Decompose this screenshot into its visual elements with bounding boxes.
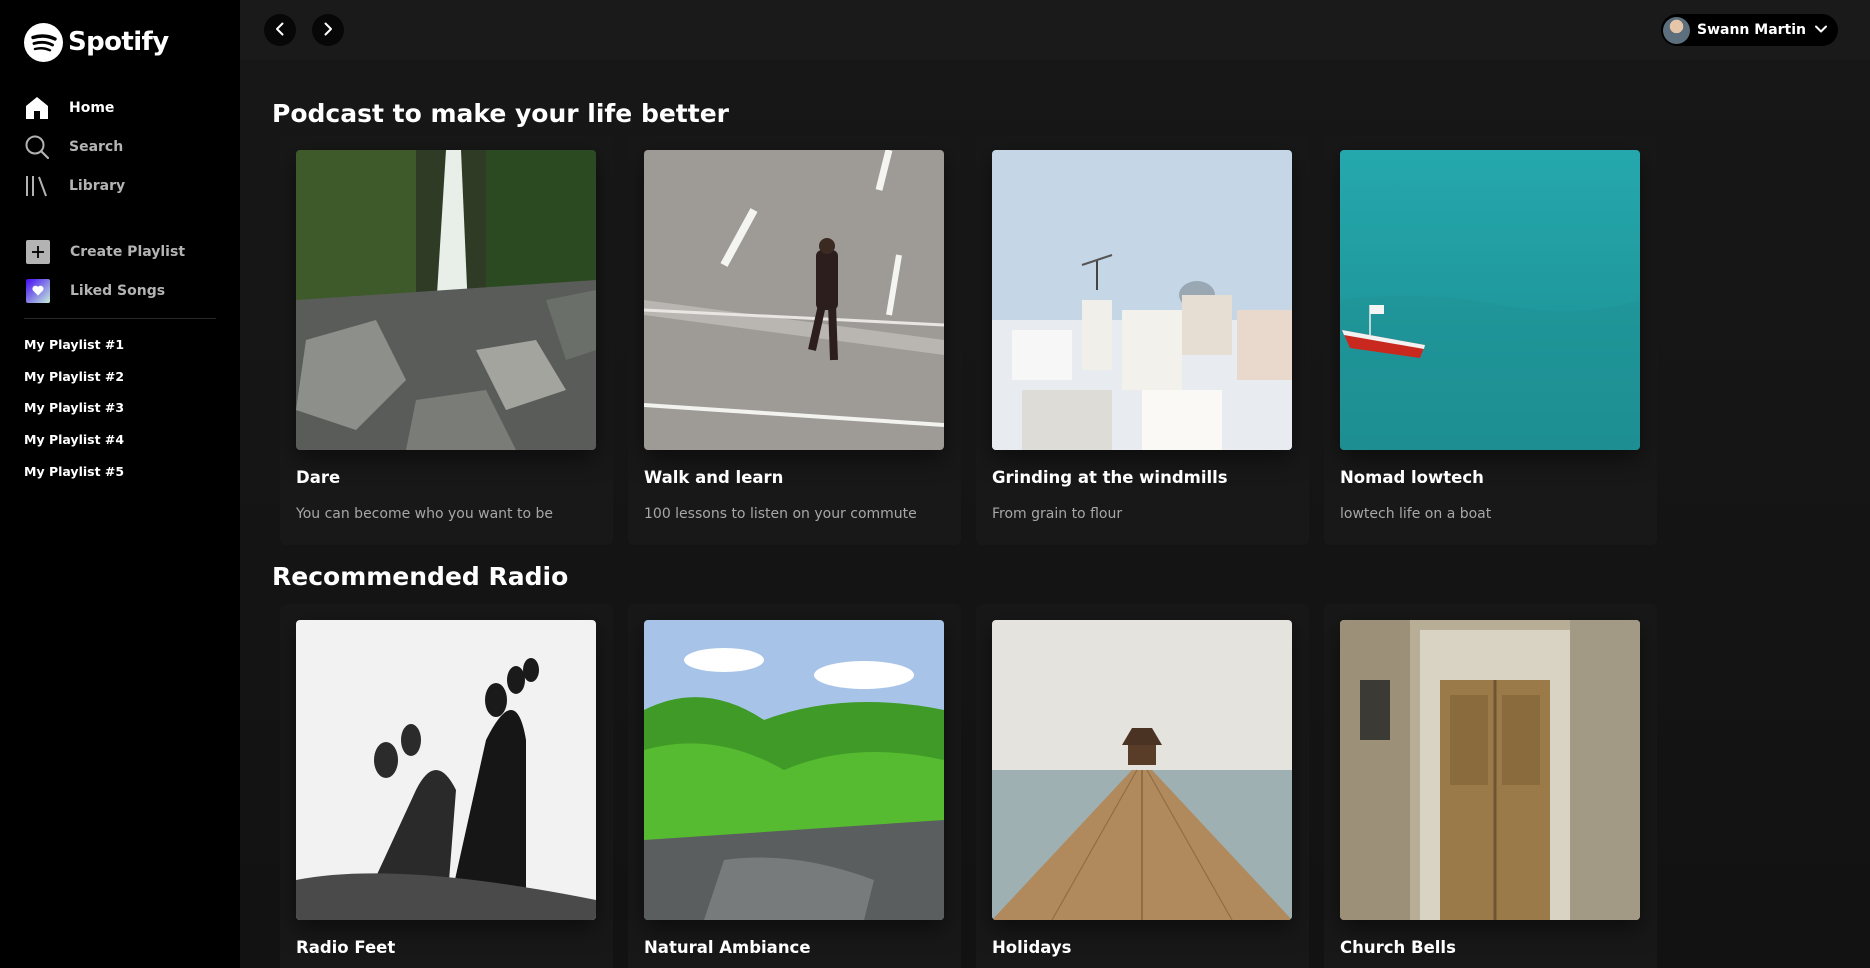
podcast-card[interactable]: Dare You can become who you want to be [280, 134, 613, 545]
liked-songs-label: Liked Songs [70, 282, 166, 299]
card-row-radio: Radio Feet Natural Ambiance Holidays Chu… [272, 604, 1838, 968]
spotify-logo-icon [24, 22, 63, 62]
library-icon [24, 171, 53, 200]
card-title: Nomad lowtech [1340, 468, 1484, 487]
podcast-card[interactable]: Nomad lowtech lowtech life on a boat [1324, 134, 1657, 545]
radio-card[interactable]: Radio Feet [280, 604, 613, 968]
card-image-door [1340, 620, 1640, 920]
main-nav: Home Search Library [24, 88, 216, 205]
playlist-item[interactable]: My Playlist #5 [24, 455, 216, 487]
forward-button[interactable] [312, 14, 344, 46]
playlist-actions: Create Playlist Liked Songs [24, 232, 216, 310]
card-title: Church Bells [1340, 938, 1456, 957]
card-image-feet [296, 620, 596, 920]
card-title: Radio Feet [296, 938, 396, 957]
section-title: Recommended Radio [272, 562, 569, 591]
card-title: Grinding at the windmills [992, 468, 1228, 487]
card-image-boat [1340, 150, 1640, 450]
nav-item-label: Home [69, 99, 115, 116]
avatar [1662, 16, 1690, 44]
liked-songs-button[interactable]: Liked Songs [24, 271, 216, 310]
sidebar: Spotify Home Search Library Create Playl… [0, 0, 240, 968]
card-image-pier [992, 620, 1292, 920]
card-subtitle: lowtech life on a boat [1340, 506, 1492, 522]
playlist-item[interactable]: My Playlist #2 [24, 361, 216, 393]
history-nav [264, 14, 344, 46]
radio-card[interactable]: Natural Ambiance [628, 604, 961, 968]
user-menu-button[interactable]: Swann Martin [1660, 14, 1838, 46]
card-subtitle: 100 lessons to listen on your commute [644, 506, 917, 522]
section-title: Podcast to make your life better [272, 99, 729, 128]
card-title: Holidays [992, 938, 1072, 957]
card-image-walking [644, 150, 944, 450]
card-subtitle: From grain to flour [992, 506, 1123, 522]
nav-item-label: Library [69, 177, 126, 194]
card-image-waterfall [296, 150, 596, 450]
card-title: Natural Ambiance [644, 938, 811, 957]
playlist-item[interactable]: My Playlist #1 [24, 329, 216, 361]
home-icon [24, 93, 53, 122]
app-root: Spotify Home Search Library Create Playl… [0, 0, 1870, 968]
card-subtitle: You can become who you want to be [296, 506, 554, 522]
chevron-left-icon [273, 21, 287, 40]
heart-icon [26, 278, 50, 303]
spotify-wordmark: Spotify [68, 27, 169, 57]
nav-item-library[interactable]: Library [24, 166, 216, 205]
podcast-card[interactable]: Grinding at the windmills From grain to … [976, 134, 1309, 545]
playlist-item[interactable]: My Playlist #3 [24, 392, 216, 424]
radio-card[interactable]: Holidays [976, 604, 1309, 968]
nav-item-home[interactable]: Home [24, 88, 216, 127]
top-bar: Swann Martin [240, 0, 1870, 60]
nav-item-search[interactable]: Search [24, 127, 216, 166]
create-playlist-label: Create Playlist [70, 243, 186, 260]
card-image-forest [644, 620, 944, 920]
card-row-podcasts: Dare You can become who you want to be W… [272, 134, 1838, 545]
home-content: Podcast to make your life better Dare Yo… [240, 60, 1870, 968]
create-playlist-button[interactable]: Create Playlist [24, 232, 216, 271]
chevron-right-icon [321, 21, 335, 40]
radio-card[interactable]: Church Bells [1324, 604, 1657, 968]
card-image-windmills [992, 150, 1292, 450]
card-title: Walk and learn [644, 468, 784, 487]
nav-item-label: Search [69, 138, 124, 155]
plus-icon [26, 239, 50, 264]
main-view: Swann Martin Podcast to make your life b… [240, 0, 1870, 968]
playlist-item[interactable]: My Playlist #4 [24, 424, 216, 456]
spotify-logo[interactable]: Spotify [24, 22, 216, 62]
playlist-list: My Playlist #1 My Playlist #2 My Playlis… [24, 329, 216, 487]
back-button[interactable] [264, 14, 296, 46]
podcast-card[interactable]: Walk and learn 100 lessons to listen on … [628, 134, 961, 545]
card-title: Dare [296, 468, 341, 487]
chevron-down-icon [1814, 21, 1828, 40]
search-icon [24, 132, 53, 161]
user-name: Swann Martin [1696, 22, 1806, 38]
sidebar-divider [24, 318, 216, 319]
